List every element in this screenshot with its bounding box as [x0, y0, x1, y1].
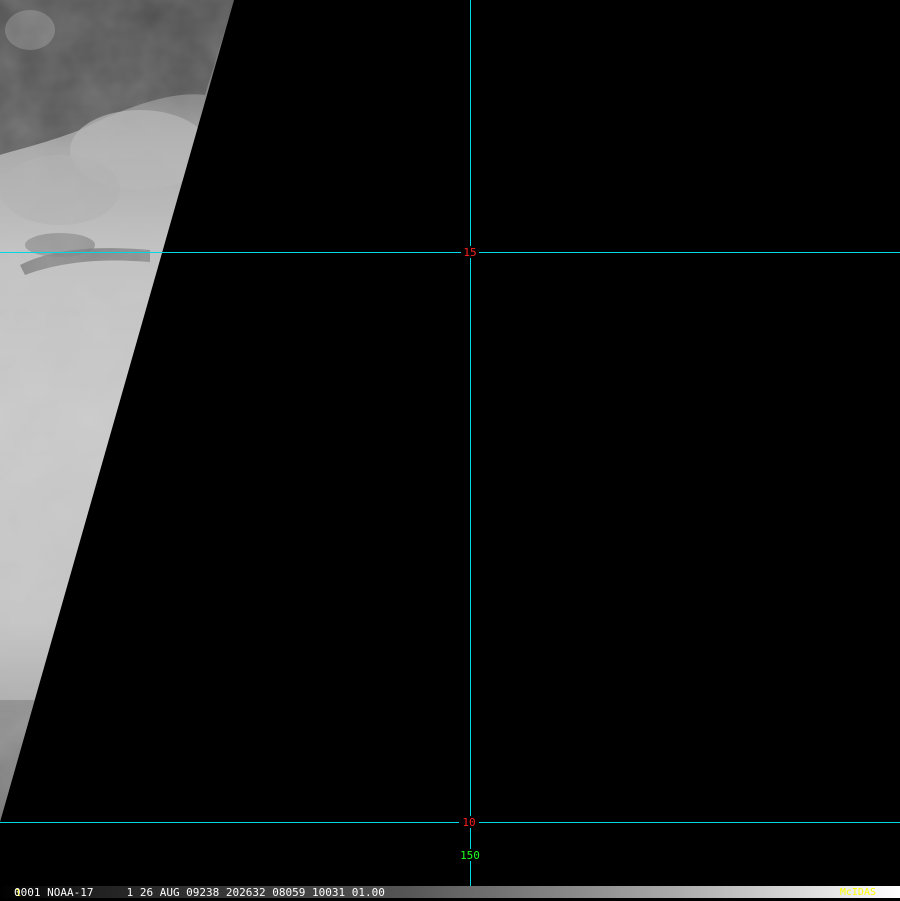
- image-info-text: 0001 NOAA-17 1 26 AUG 09238 202632 08059…: [14, 886, 385, 899]
- latitude-label-15: 15: [463, 246, 476, 259]
- satellite-image-view: 15 10 150: [0, 0, 900, 900]
- longitude-label-150: 150: [460, 849, 480, 862]
- imagery-swath: [0, 0, 234, 822]
- satellite-imagery: 15 10 150: [0, 0, 900, 886]
- brand-label: McIDAS: [839, 887, 876, 898]
- status-bar: 1 0001 NOAA-17 1 26 AUG 09238 202632 080…: [0, 886, 900, 900]
- latitude-label-10: 10: [462, 816, 475, 829]
